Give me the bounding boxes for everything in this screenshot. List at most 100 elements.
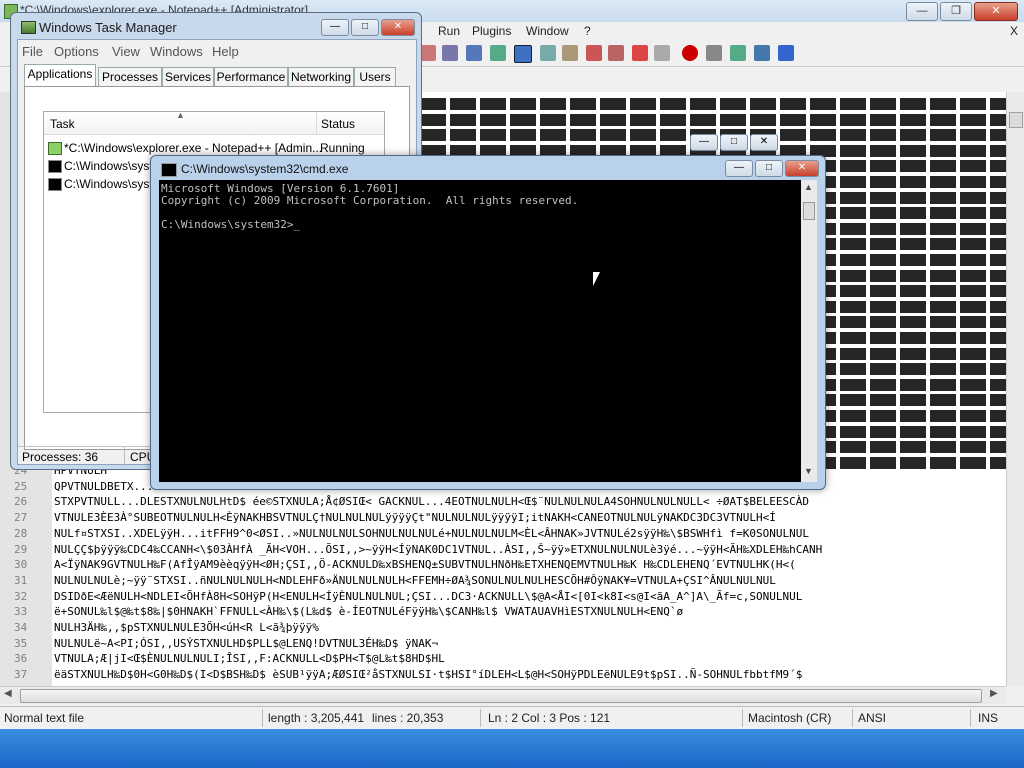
status-divider [480, 709, 481, 727]
task-manager-title: Windows Task Manager [39, 20, 177, 35]
minimize-button[interactable]: — [690, 134, 718, 151]
code-line: NULÇÇ$þÿÿÿ‰CDC4‰CCANH<\$03ÀHfÀ _ÃH<VOH..… [54, 542, 823, 556]
record-macro-icon[interactable] [682, 45, 698, 61]
line-number: 34 [14, 621, 28, 634]
close-button[interactable]: ✕ [974, 2, 1018, 21]
line-number: 37 [14, 668, 28, 682]
restore-button[interactable]: ❐ [940, 2, 972, 21]
column-task[interactable]: Task [50, 117, 75, 131]
control-char-row [420, 98, 1006, 110]
tm-menu-file[interactable]: File [22, 44, 43, 59]
line-number: 35 [14, 636, 28, 650]
stop-macro-icon[interactable] [706, 45, 722, 61]
sync-scroll-icon[interactable] [442, 45, 458, 61]
horizontal-scroll-thumb[interactable] [20, 689, 982, 703]
monitoring-icon[interactable] [632, 45, 648, 61]
code-line: STXPVTNULL...DLESTXNULNULHtD$ ée©STXNULA… [54, 495, 809, 509]
tm-menu-help[interactable]: Help [212, 44, 239, 59]
tab-services[interactable]: Services [162, 67, 214, 87]
vertical-scroll-thumb[interactable] [1009, 112, 1023, 128]
close-document-x[interactable]: X [1010, 24, 1018, 38]
close-button[interactable]: ✕ [750, 134, 778, 151]
code-line: DSIDðE<ÆëNULH<NDLEI<ÕHfÀ8H<SOHÿP(H<ENULH… [54, 589, 803, 603]
tm-menu-options[interactable]: Options [54, 44, 99, 59]
save-macro-icon[interactable] [778, 45, 794, 61]
cmd-app-icon [161, 163, 177, 177]
task-row[interactable]: *C:\Windows\explorer.exe - Notepad++ [Ad… [48, 140, 378, 156]
menu-help[interactable]: ? [584, 24, 591, 38]
code-line: A<ÏÿNAK9GVTNULH‰F(AfÎÿAM9èèqÿÿH<ØH;ÇSI,,… [54, 558, 796, 572]
line-number: 26 [14, 495, 28, 509]
line-number: 31 [14, 573, 28, 587]
tm-menu-windows[interactable]: Windows [150, 44, 203, 59]
cmd-window: C:\Windows\system32\cmd.exe — □ ✕ Micros… [150, 155, 826, 490]
console-copyright-line: Copyright (c) 2009 Microsoft Corporation… [161, 194, 579, 207]
notepadpp-icon [48, 142, 62, 155]
status-encoding[interactable]: ANSI [858, 711, 886, 725]
line-number: 36 [14, 652, 28, 666]
sort-arrow-icon: ▲ [176, 110, 185, 120]
console-output[interactable]: Microsoft Windows [Version 6.1.7601] Cop… [159, 180, 801, 482]
desktop-background [0, 728, 1024, 768]
editor-vertical-scrollbar[interactable] [1006, 92, 1024, 686]
code-line: NULf¤STXSI..XDELÿÿH...itFFH9^0<ØSI..»NUL… [54, 526, 809, 540]
maximize-button[interactable]: □ [720, 134, 748, 151]
status-divider [852, 709, 853, 727]
zoom-in-icon[interactable] [420, 45, 436, 61]
cmd-caption-buttons: — □ ✕ [725, 160, 819, 177]
function-list-icon[interactable] [586, 45, 602, 61]
line-number: 30 [14, 558, 28, 572]
scroll-left-icon[interactable]: ◀ [4, 688, 12, 699]
tab-applications[interactable]: Applications [24, 64, 96, 88]
tab-performance[interactable]: Performance [214, 67, 288, 87]
run-macro-multiple-icon[interactable] [754, 45, 770, 61]
doc-map-icon[interactable] [562, 45, 578, 61]
scroll-right-icon[interactable]: ▶ [990, 688, 998, 699]
task-manager-caption-buttons: — □ ✕ [321, 19, 415, 36]
menu-window[interactable]: Window [526, 24, 569, 38]
close-button[interactable]: ✕ [785, 160, 819, 177]
console-prompt[interactable]: C:\Windows\system32>_ [161, 218, 300, 231]
minimize-button[interactable]: — [906, 2, 938, 21]
status-position: Ln : 2 Col : 3 Pos : 121 [488, 711, 611, 725]
maximize-button[interactable]: □ [351, 19, 379, 36]
eye-icon[interactable] [654, 45, 670, 61]
column-divider [316, 112, 317, 134]
editor-horizontal-scrollbar[interactable]: ◀ ▶ [0, 686, 1006, 704]
tab-networking[interactable]: Networking [288, 67, 354, 87]
close-button[interactable]: ✕ [381, 19, 415, 36]
status-divider [262, 709, 263, 727]
line-number: 25 [14, 479, 28, 493]
status-divider [124, 447, 125, 465]
tab-users[interactable]: Users [354, 67, 396, 87]
task-list-header: Task ▲ Status [44, 110, 384, 135]
hidden-cmd-window-caption: — □ ✕ [690, 130, 800, 152]
menu-plugins[interactable]: Plugins [472, 24, 511, 38]
tab-processes[interactable]: Processes [98, 67, 162, 87]
column-status[interactable]: Status [321, 117, 355, 131]
code-line: ëäSTXNULH‰D$0H<G0H‰D$(I<D$BSH‰D$ èSUB¹ÿÿ… [54, 668, 803, 682]
show-all-chars-icon[interactable] [490, 45, 506, 61]
scroll-down-icon[interactable]: ▼ [804, 466, 813, 476]
cmd-vertical-scrollbar[interactable]: ▲ ▼ [801, 180, 817, 482]
status-insert-mode[interactable]: INS [978, 711, 998, 725]
line-number: 27 [14, 511, 28, 525]
tm-menu-view[interactable]: View [112, 44, 140, 59]
maximize-button[interactable]: □ [755, 160, 783, 177]
status-eol[interactable]: Macintosh (CR) [748, 711, 831, 725]
notepadpp-caption-buttons: — ❐ ✕ [906, 2, 1018, 21]
indent-guide-icon[interactable] [514, 45, 532, 63]
menu-run[interactable]: Run [438, 24, 460, 38]
task-manager-app-icon [21, 21, 36, 34]
minimize-button[interactable]: — [321, 19, 349, 36]
status-bar: Normal text file length : 3,205,441 line… [0, 706, 1024, 729]
word-wrap-icon[interactable] [466, 45, 482, 61]
control-char-row [420, 113, 1006, 126]
cmd-scroll-thumb[interactable] [803, 202, 815, 220]
task-name: *C:\Windows\explorer.exe - Notepad++ [Ad… [64, 141, 323, 155]
scroll-up-icon[interactable]: ▲ [804, 182, 813, 192]
folder-workspace-icon[interactable] [608, 45, 624, 61]
language-icon[interactable] [540, 45, 556, 61]
play-macro-icon[interactable] [730, 45, 746, 61]
minimize-button[interactable]: — [725, 160, 753, 177]
